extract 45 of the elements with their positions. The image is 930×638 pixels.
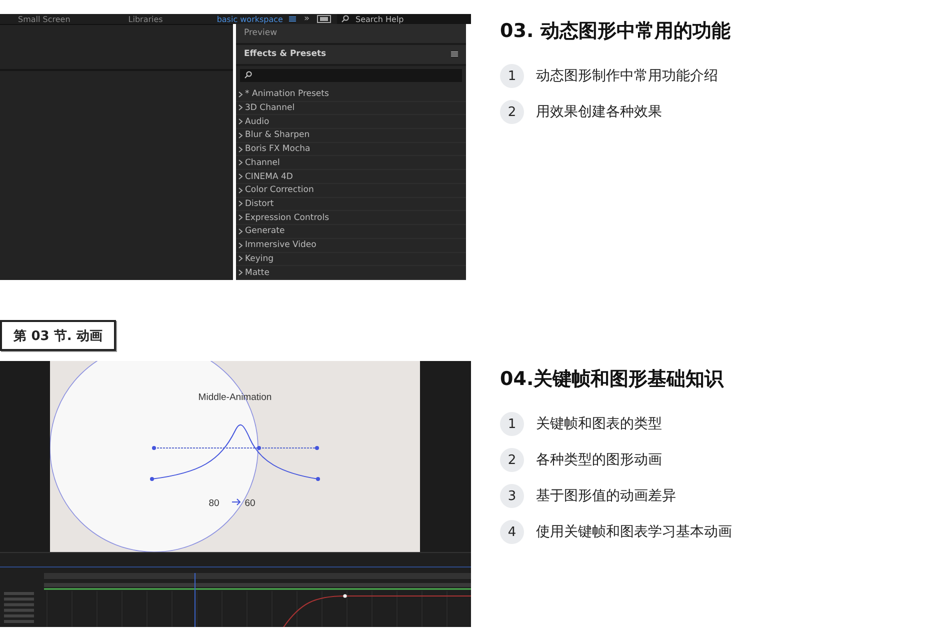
topic-text: 用效果创建各种效果 [536, 103, 662, 121]
effect-category[interactable]: Blur & Sharpen [236, 129, 466, 143]
topic-text: 各种类型的图形动画 [536, 451, 662, 469]
effect-category[interactable]: Keying [236, 252, 466, 266]
effect-category[interactable]: Channel [236, 156, 466, 170]
step-number: 4 [500, 520, 524, 544]
arrow-icon [232, 498, 241, 506]
effect-category[interactable]: Generate [236, 225, 466, 239]
workspace-tab[interactable]: basic workspace [216, 14, 283, 24]
step-number: 2 [500, 100, 524, 124]
effect-category[interactable]: Matte [236, 266, 466, 280]
topic-text: 动态图形制作中常用功能介绍 [536, 67, 718, 85]
start-value: 80 [208, 498, 220, 509]
effect-category[interactable]: Immersive Video [236, 238, 466, 252]
step-number: 1 [500, 64, 524, 88]
search-icon [244, 71, 252, 80]
section-title: 04.关键帧和图形基础知识 [500, 367, 725, 392]
effect-category[interactable]: Audio [236, 115, 466, 130]
panel-title: Effects & Presets [244, 49, 326, 60]
section-label: 第 03 节. 动画 [0, 320, 116, 351]
menu-icon[interactable] [288, 16, 296, 22]
effect-category[interactable]: Boris FX Mocha [236, 142, 466, 156]
effect-category[interactable]: Distort [236, 198, 466, 212]
topic-text: 关键帧和图表的类型 [536, 415, 662, 433]
effect-category[interactable]: 3D Channel [236, 102, 466, 116]
preview-header[interactable]: Preview [236, 24, 466, 45]
effect-category[interactable]: CINEMA 4D [236, 170, 466, 184]
menu-icon[interactable] [451, 51, 458, 58]
workspace-tab[interactable]: Small Screen [18, 14, 70, 24]
effects-search-field[interactable] [240, 68, 462, 82]
search-field[interactable]: Search Help [337, 14, 471, 24]
search-icon [341, 15, 350, 23]
effect-category[interactable]: Expression Controls [236, 211, 466, 226]
step-number: 3 [500, 484, 524, 508]
section-title: 03. 动态图形中常用的功能 [500, 19, 730, 44]
overflow-chevrons[interactable]: » [304, 14, 310, 24]
workspace-tab[interactable]: Libraries [128, 14, 163, 24]
canvas-title: Middle-Animation [198, 392, 272, 403]
step-number: 2 [500, 448, 524, 472]
effect-category[interactable]: Color Correction [236, 184, 466, 198]
step-number: 1 [500, 412, 524, 436]
topic-text: 使用关键帧和图表学习基本动画 [536, 523, 732, 541]
effect-category[interactable]: * Animation Presets [236, 88, 466, 102]
topic-text: 基于图形值的动画差异 [536, 487, 676, 505]
end-value: 60 [244, 498, 256, 509]
